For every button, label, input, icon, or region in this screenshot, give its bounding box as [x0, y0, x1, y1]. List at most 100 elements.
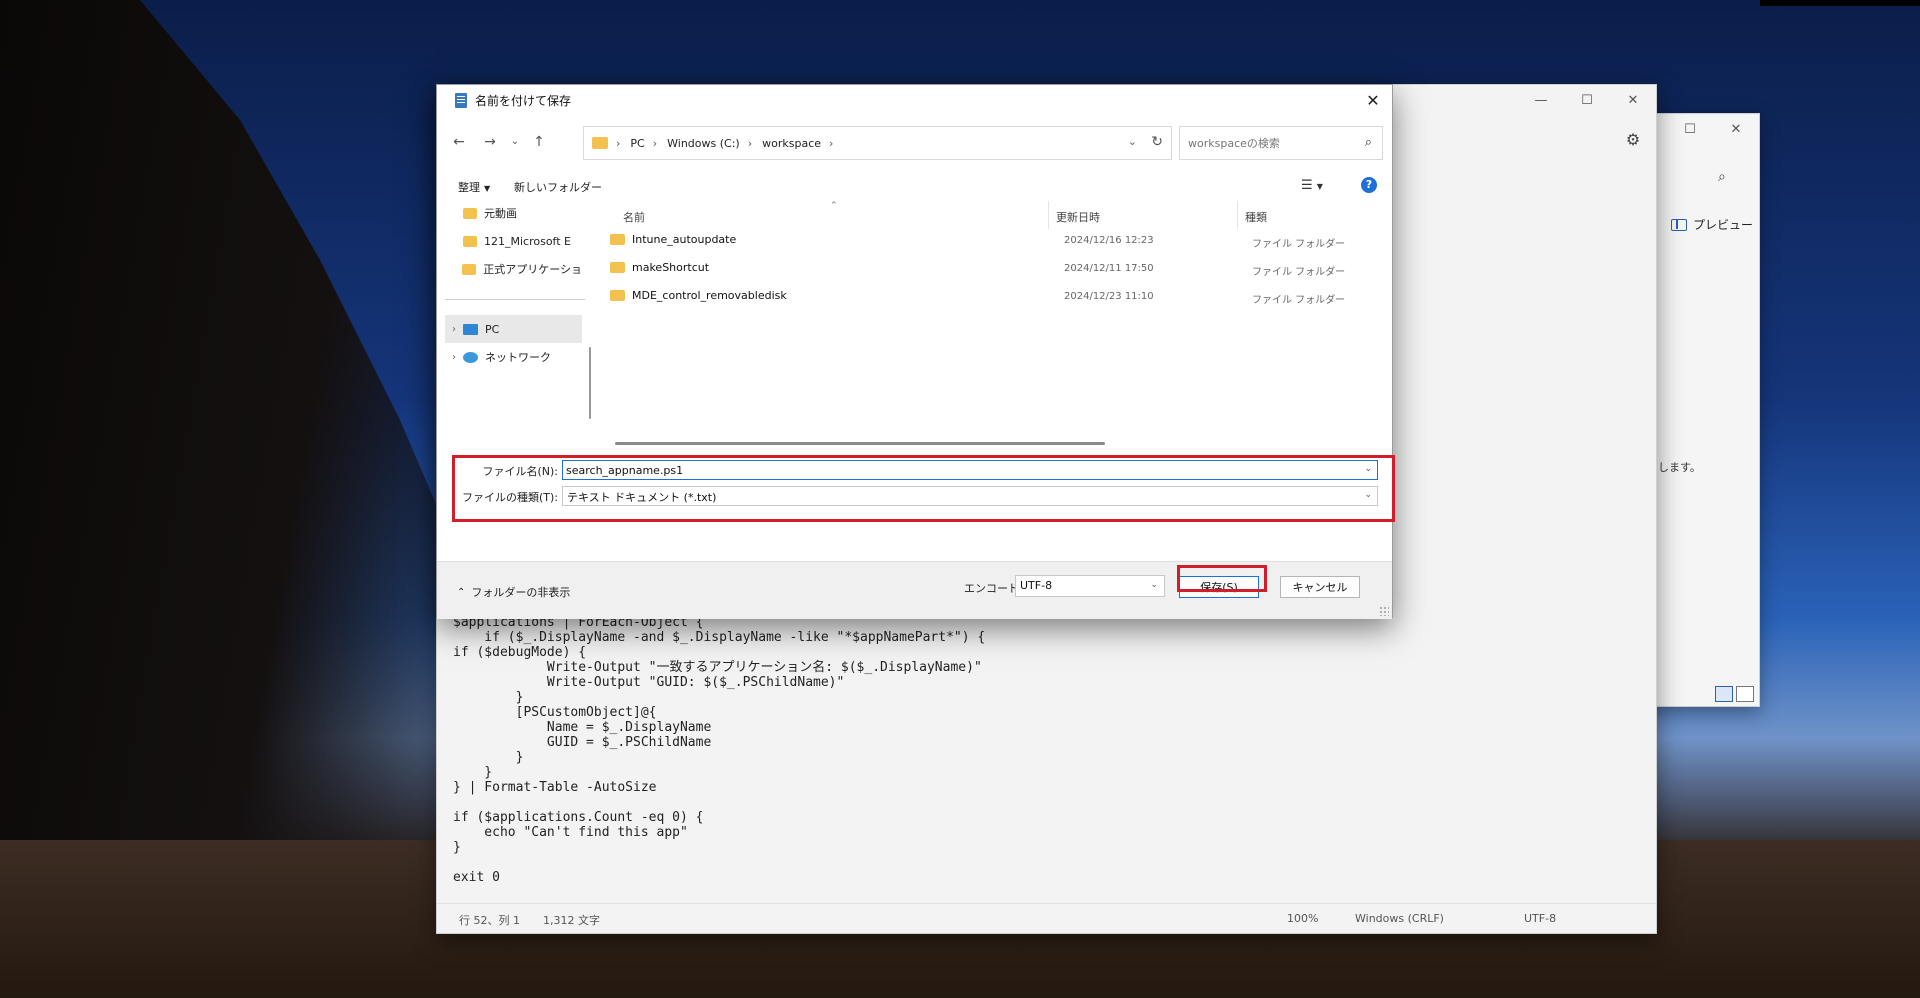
dialog-toolbar: 整理 ▼ 新しいフォルダー ☰ ▼ ? [437, 173, 1392, 199]
file-type: ファイル フォルダー [1252, 295, 1346, 306]
resize-grip[interactable] [1379, 606, 1389, 616]
file-modified: 2024/12/16 12:23 [1064, 235, 1154, 246]
address-dropdown-chevron-icon[interactable]: ⌄ [1128, 135, 1137, 148]
encoding-value: UTF-8 [1020, 579, 1053, 592]
file-name-text: makeShortcut [632, 261, 710, 274]
nav-item-label: 元動画 [484, 207, 517, 220]
computer-icon [463, 323, 478, 335]
nav-item-label: 正式アプリケーショ [483, 263, 582, 276]
forward-arrow-icon[interactable]: → [480, 133, 500, 151]
code-line: Write-Output "一致するアプリケーション名: $($_.Displa… [453, 660, 982, 675]
dropdown-caret-icon: ▼ [484, 184, 491, 193]
chevron-up-icon: ⌃ [457, 586, 466, 598]
highlight-filename-fields [452, 455, 1395, 522]
file-type: ファイル フォルダー [1252, 267, 1346, 278]
file-row[interactable]: makeShortcut 2024/12/11 17:50 ファイル フォルダー [610, 257, 1380, 281]
up-arrow-icon[interactable]: ↑ [529, 133, 549, 151]
file-row[interactable]: MDE_control_removabledisk 2024/12/23 11:… [610, 285, 1380, 309]
file-row[interactable]: Intune_autoupdate 2024/12/16 12:23 ファイル … [610, 229, 1380, 253]
preview-button[interactable]: プレビュー [1671, 216, 1753, 233]
breadcrumb-drive[interactable]: Windows (C:) [667, 137, 740, 150]
status-encoding: UTF-8 [1524, 912, 1557, 925]
nav-item-folder[interactable]: 元動画 [445, 199, 582, 227]
folder-icon [463, 235, 477, 247]
view-options-icon[interactable]: ☰ ▼ [1301, 178, 1323, 193]
dialog-close-button[interactable]: ✕ [1360, 87, 1386, 113]
code-line: exit 0 [453, 870, 500, 885]
folder-icon [592, 137, 608, 149]
horizontal-scrollbar[interactable] [615, 442, 1105, 445]
search-box[interactable]: ⌕ [1179, 126, 1383, 160]
file-name: makeShortcut [610, 261, 709, 274]
column-header-modified[interactable]: 更新日時 [1056, 209, 1100, 225]
code-line: GUID = $_.PSChildName [453, 735, 712, 750]
hide-folders-label: フォルダーの非表示 [471, 586, 571, 599]
file-name-text: Intune_autoupdate [632, 233, 737, 246]
cancel-button[interactable]: キャンセル [1280, 576, 1360, 598]
nav-item-folder[interactable]: 正式アプリケーショ [445, 255, 582, 283]
new-folder-button[interactable]: 新しいフォルダー [514, 179, 602, 195]
explorer-partial-text: します。 [1658, 461, 1701, 474]
breadcrumb-pc[interactable]: PC [630, 137, 644, 150]
nav-item-pc[interactable]: › PC [445, 315, 582, 343]
recent-locations-chevron-icon[interactable]: ⌄ [505, 133, 525, 151]
encoding-select[interactable]: UTF-8 ⌄ [1015, 575, 1165, 597]
column-separator[interactable] [1237, 201, 1238, 229]
nav-item-label: 121_Microsoft E [484, 234, 572, 248]
save-as-dialog: 名前を付けて保存 ✕ ← → ⌄ ↑ › PC › Windows (C:) ›… [436, 84, 1393, 619]
navigation-bar: ← → ⌄ ↑ › PC › Windows (C:) › workspace … [437, 125, 1392, 160]
code-line: [PSCustomObject]@{ [453, 705, 657, 720]
nav-divider [445, 299, 585, 300]
column-header-type[interactable]: 種類 [1245, 209, 1267, 225]
search-icon[interactable]: ⌕ [1365, 135, 1372, 150]
folder-icon [610, 262, 625, 273]
back-arrow-icon[interactable]: ← [449, 133, 469, 151]
code-line: if ($_.DisplayName -and $_.DisplayName -… [453, 630, 986, 645]
organize-button[interactable]: 整理 ▼ [458, 179, 490, 195]
address-bar[interactable]: › PC › Windows (C:) › workspace › ⌄ ↻ [583, 126, 1172, 160]
search-icon[interactable]: ⌕ [1718, 169, 1726, 185]
help-icon[interactable]: ? [1361, 177, 1377, 193]
maximize-icon[interactable]: ☐ [1667, 114, 1713, 144]
close-icon[interactable]: ✕ [1713, 114, 1759, 144]
details-view-icon[interactable] [1715, 686, 1733, 702]
search-input[interactable] [1180, 127, 1350, 159]
nav-item-folder[interactable]: 121_Microsoft E [445, 227, 582, 255]
column-header-name[interactable]: 名前 [623, 209, 645, 225]
hide-folders-toggle[interactable]: ⌃ フォルダーの非表示 [457, 584, 570, 600]
settings-gear-icon[interactable]: ⚙ [1624, 131, 1642, 149]
column-separator[interactable] [1048, 201, 1049, 229]
notepad-icon [455, 92, 467, 108]
highlight-save-button [1177, 565, 1267, 592]
nav-item-label: PC [485, 322, 500, 336]
code-line: echo "Can't find this app" [453, 825, 688, 840]
folder-icon [610, 234, 625, 245]
code-line: Name = $_.DisplayName [453, 720, 712, 735]
nav-scrollbar[interactable] [589, 347, 591, 419]
preview-label: プレビュー [1693, 218, 1754, 232]
refresh-icon[interactable]: ↻ [1151, 134, 1163, 150]
dialog-titlebar: 名前を付けて保存 ✕ [437, 85, 1392, 115]
folder-icon [610, 290, 625, 301]
tiles-view-icon[interactable] [1736, 686, 1754, 702]
code-line: } [453, 690, 524, 705]
breadcrumb-separator-icon: › [747, 136, 753, 150]
dialog-title: 名前を付けて保存 [475, 93, 572, 108]
expand-chevron-icon[interactable]: › [445, 352, 463, 363]
code-line: if ($debugMode) { [453, 645, 587, 660]
maximize-icon[interactable]: ☐ [1564, 85, 1610, 115]
sort-arrow-icon: ⌃ [830, 201, 838, 211]
code-line: } [453, 750, 524, 765]
close-icon[interactable]: ✕ [1610, 85, 1656, 115]
file-name: Intune_autoupdate [610, 233, 736, 246]
organize-label: 整理 [458, 181, 480, 194]
expand-chevron-icon[interactable]: › [445, 324, 463, 335]
file-type: ファイル フォルダー [1252, 239, 1346, 250]
explorer-window-controls: ☐ ✕ [1667, 114, 1759, 144]
minimize-icon[interactable]: — [1518, 85, 1564, 115]
preview-pane-icon [1671, 218, 1687, 231]
breadcrumb-workspace[interactable]: workspace [762, 137, 821, 150]
folder-icon [462, 263, 477, 275]
nav-item-network[interactable]: › ネットワーク [445, 343, 582, 371]
